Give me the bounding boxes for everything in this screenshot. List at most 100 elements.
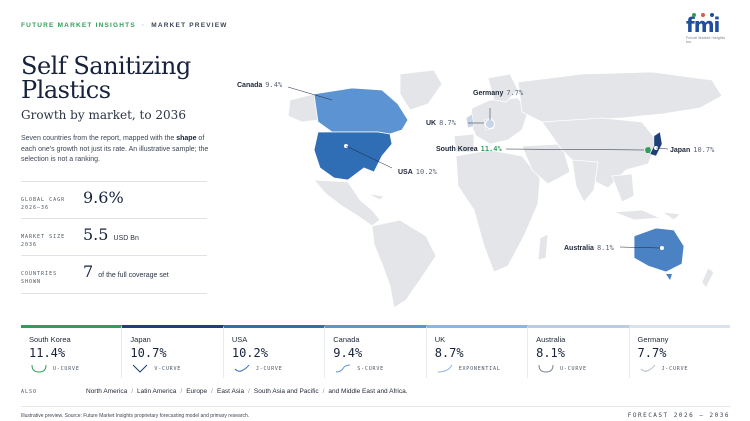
section-name: MARKET PREVIEW — [151, 22, 228, 29]
stat-value: 7 of the full coverage set — [83, 262, 169, 281]
map-label-australia: Australia 8.1% — [564, 244, 614, 252]
logo-wordmark: fmi — [686, 13, 720, 37]
stat-key: MARKET SIZE 2036 — [21, 233, 65, 249]
card-curve-label: EXPONENTIAL — [458, 366, 501, 372]
region-separator: / — [211, 388, 213, 395]
card-country: Canada — [333, 335, 360, 344]
region-separator: / — [131, 388, 133, 395]
land-caribbean — [367, 193, 385, 201]
card-curve-label: U-CURVE — [560, 366, 587, 372]
logo-dot — [710, 13, 714, 17]
description-text: Seven countries from the report, mapped … — [21, 135, 177, 142]
logo-dot — [701, 13, 705, 17]
s-curve-icon — [336, 364, 351, 373]
country-usa — [313, 131, 393, 181]
card-curve-label: U-CURVE — [53, 366, 80, 372]
stat-key-line: MARKET SIZE — [21, 234, 66, 240]
u-curve-icon — [31, 364, 47, 373]
card-uk: UK 8.7% EXPONENTIAL — [426, 325, 529, 378]
u-curve-icon — [538, 364, 554, 373]
map-label-value: 7.7% — [506, 89, 524, 97]
land-indonesia — [613, 209, 661, 221]
country-tasmania — [666, 274, 672, 280]
card-percent: 7.7% — [637, 346, 667, 360]
land-new-zealand — [701, 267, 715, 289]
description: Seven countries from the report, mapped … — [21, 134, 211, 166]
map-label-name: UK — [426, 120, 437, 127]
land-south-america — [371, 219, 437, 309]
j-curve-icon — [640, 364, 655, 372]
stat-key-line: 2026–36 — [21, 205, 50, 211]
fmi-logo: fmi Future Market Insights Inc. — [686, 13, 732, 44]
map-label-value: 10.7% — [693, 146, 715, 154]
card-curve-label: V-CURVE — [154, 366, 182, 372]
stat-key-line: SHOWN — [21, 279, 42, 285]
brand-name: FUTURE MARKET INSIGHTS — [21, 22, 136, 29]
region-separator: / — [322, 388, 325, 395]
region-separator: / — [180, 388, 183, 395]
card-percent: 11.4% — [29, 346, 66, 360]
card-country: Japan — [130, 335, 151, 344]
page-subtitle: Growth by market, to 2036 — [21, 108, 186, 122]
description-emphasis: shape — [176, 135, 197, 142]
logo-tagline: Future Market Insights Inc. — [686, 36, 726, 44]
logo-dots — [692, 13, 714, 17]
card-country: Germany — [637, 335, 669, 344]
stat-key-line: 2036 — [21, 242, 38, 248]
country-australia — [633, 227, 685, 273]
card-country: South Korea — [29, 335, 71, 344]
stat-countries: COUNTRIES SHOWN 7 of the full coverage se… — [21, 255, 207, 294]
map-label-value: 10.2% — [415, 168, 437, 176]
card-usa: USA 10.2% J-CURVE — [223, 325, 326, 378]
stat-number: 9.6% — [83, 188, 124, 207]
land-india — [571, 159, 599, 203]
map-label-name: Australia — [564, 245, 594, 252]
map-label-usa: USA 10.2% — [398, 168, 437, 176]
land-africa — [455, 149, 541, 273]
map-label-value: 8.1% — [596, 244, 614, 252]
page-title: Self Sanitizing Plastics — [21, 52, 191, 104]
also-label: ALSO — [21, 388, 38, 395]
card-percent: 8.1% — [536, 346, 566, 360]
region-item: East Asia — [216, 388, 245, 395]
land-madagascar — [537, 233, 549, 261]
region-item: North America — [86, 388, 128, 395]
map-label-name: Canada — [237, 82, 263, 89]
card-curve-label: S-CURVE — [357, 366, 384, 372]
footer-forecast: FORECAST 2026 – 2036 — [627, 412, 730, 419]
map-label-uk: UK 8.7% — [426, 119, 456, 127]
map-label-value: 9.4% — [265, 81, 283, 89]
stat-unit: of the full coverage set — [98, 272, 169, 279]
card-germany: Germany 7.7% J-CURVE — [629, 325, 730, 378]
map-label-germany: Germany 7.7% — [473, 89, 523, 97]
logo-dot — [692, 13, 696, 17]
j-curve-icon — [234, 364, 250, 372]
country-cards: South Korea 11.4% U-CURVE Japan 10.7% V-… — [21, 325, 730, 378]
also-regions: ALSO North America / Latin America / Europ… — [21, 388, 412, 395]
card-japan: Japan 10.7% V-CURVE — [122, 325, 224, 378]
map-label-south-korea: South Korea 11.4% — [436, 145, 502, 153]
land-southeast-asia — [611, 173, 635, 203]
stat-value: 9.6% — [83, 188, 124, 207]
card-curve-label: J-CURVE — [255, 366, 283, 372]
stat-market-size: MARKET SIZE 2036 5.5 USD Bn — [21, 218, 207, 255]
exponential-curve-icon — [437, 364, 453, 373]
region-item: Europe — [186, 388, 208, 395]
stat-key: GLOBAL CAGR 2026–36 — [21, 196, 65, 212]
land-new-guinea — [661, 211, 681, 221]
region-separator: / — [248, 388, 250, 395]
map-label-name: Japan — [670, 147, 691, 154]
card-country: UK — [434, 335, 446, 344]
stat-key-line: GLOBAL CAGR — [21, 197, 66, 203]
region-item: and Middle East and Africa. — [328, 388, 408, 395]
world-map — [287, 69, 723, 309]
region-item: South Asia and Pacific — [253, 388, 319, 395]
stat-number: 5.5 — [83, 225, 109, 244]
map-label-canada: Canada 9.4% — [237, 81, 282, 89]
marker-germany — [485, 119, 495, 129]
card-curve-label: J-CURVE — [661, 366, 689, 372]
card-percent: 9.4% — [333, 346, 363, 360]
card-country: USA — [231, 335, 248, 344]
region-item: Latin America — [137, 388, 177, 395]
stat-number: 7 — [83, 262, 94, 281]
